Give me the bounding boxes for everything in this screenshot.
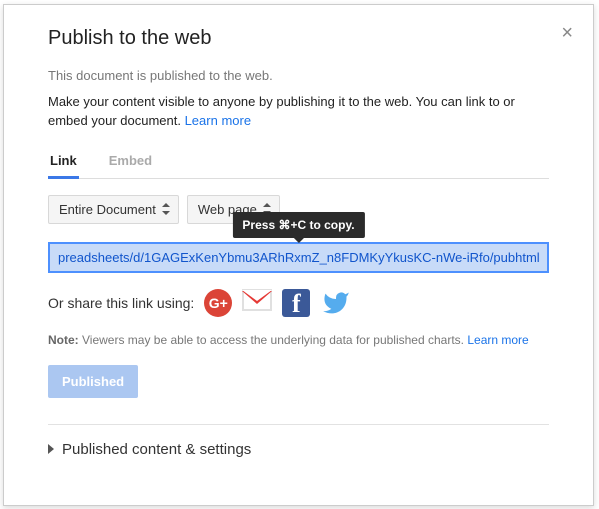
- copy-tooltip: Press ⌘+C to copy.: [232, 212, 364, 238]
- url-field-wrap: Press ⌘+C to copy.: [48, 242, 549, 273]
- updown-icon: [162, 203, 170, 215]
- divider: [48, 424, 549, 425]
- note-learn-more-link[interactable]: Learn more: [467, 333, 528, 347]
- share-label: Or share this link using:: [48, 295, 194, 311]
- tab-bar: Link Embed: [48, 153, 549, 179]
- dialog-description: Make your content visible to anyone by p…: [48, 93, 549, 131]
- publish-status: This document is published to the web.: [48, 68, 549, 83]
- note-label: Note:: [48, 333, 79, 347]
- scope-select-label: Entire Document: [59, 202, 156, 217]
- facebook-icon[interactable]: f: [282, 289, 310, 317]
- publish-dialog: × Publish to the web This document is pu…: [3, 4, 594, 506]
- published-content-settings-expander[interactable]: Published content & settings: [48, 441, 549, 472]
- dialog-title: Publish to the web: [48, 27, 549, 50]
- published-button[interactable]: Published: [48, 365, 138, 398]
- close-icon[interactable]: ×: [561, 23, 573, 43]
- chevron-right-icon: [48, 444, 54, 454]
- published-url-input[interactable]: [48, 242, 549, 273]
- twitter-icon[interactable]: [320, 289, 352, 317]
- tab-embed[interactable]: Embed: [107, 153, 154, 179]
- learn-more-link[interactable]: Learn more: [185, 113, 251, 128]
- tab-link[interactable]: Link: [48, 153, 79, 179]
- share-row: Or share this link using: G+ f: [48, 289, 549, 317]
- share-icons: G+ f: [204, 289, 352, 317]
- expander-label: Published content & settings: [62, 441, 251, 458]
- gmail-icon[interactable]: [242, 289, 272, 311]
- google-plus-icon[interactable]: G+: [204, 289, 232, 317]
- note-body: Viewers may be able to access the underl…: [79, 333, 468, 347]
- note-text: Note: Viewers may be able to access the …: [48, 333, 549, 347]
- description-text: Make your content visible to anyone by p…: [48, 94, 515, 128]
- scope-select[interactable]: Entire Document: [48, 195, 179, 224]
